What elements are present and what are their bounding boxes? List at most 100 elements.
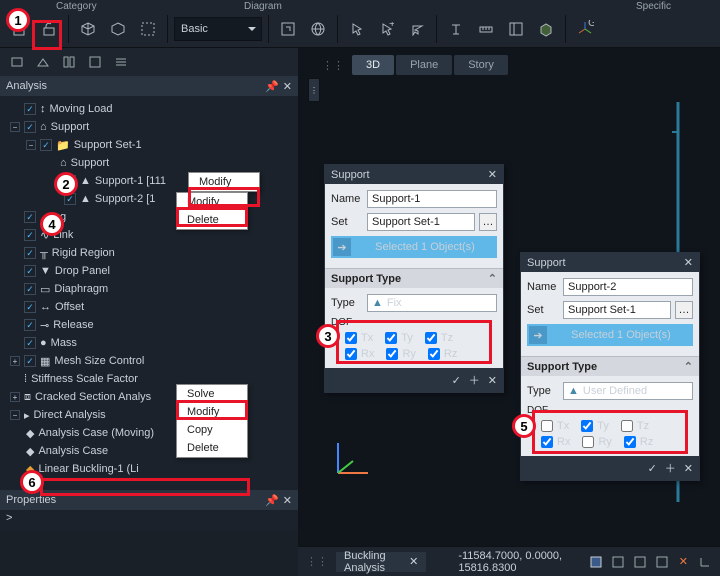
ctx-solve[interactable]: Solve (177, 385, 247, 403)
status-icon-axes[interactable] (698, 553, 712, 571)
cube-icon[interactable] (75, 16, 101, 42)
ctx-modify[interactable]: Modify (177, 403, 247, 421)
checkbox[interactable] (24, 301, 36, 313)
checkbox[interactable] (24, 211, 36, 223)
dof-ry[interactable]: Ry (386, 348, 415, 360)
selection-info[interactable]: ➔Selected 1 Object(s) (331, 236, 497, 258)
status-tab-buckling[interactable]: Buckling Analysis✕ (336, 552, 426, 572)
set-browse-button[interactable]: … (479, 213, 497, 231)
cube-outline-icon[interactable] (105, 16, 131, 42)
checkbox[interactable] (24, 229, 36, 241)
tree-item-linear-buckling[interactable]: Linear Buckling-1 (Li (38, 463, 138, 475)
tree-item-support-2[interactable]: Support-2 [1 (95, 193, 156, 205)
checkbox[interactable] (24, 319, 36, 331)
checkbox[interactable] (24, 103, 36, 115)
tree-item[interactable]: Mesh Size Control (54, 355, 144, 367)
close-icon[interactable]: ✕ (283, 494, 292, 507)
tab-3d[interactable]: 3D (352, 55, 394, 75)
dof-tz[interactable]: Tz (425, 332, 453, 344)
tree-item[interactable]: Offset (55, 301, 84, 313)
pin-icon[interactable]: 📌 (265, 80, 279, 93)
name-input[interactable]: Support-1 (367, 190, 497, 208)
tool-c-icon[interactable] (60, 53, 78, 71)
status-icon-cross[interactable]: ✕ (677, 553, 690, 571)
tree-item[interactable]: Support (51, 121, 90, 133)
checkbox[interactable] (24, 121, 36, 133)
ctx-delete[interactable]: Delete (177, 211, 247, 229)
globe-icon[interactable] (305, 16, 331, 42)
pointer-add-icon[interactable]: + (374, 16, 400, 42)
checkbox[interactable] (24, 337, 36, 349)
pointer-back-icon[interactable] (404, 16, 430, 42)
dof-rx[interactable]: Rx (541, 436, 570, 448)
dof-rz[interactable]: Rz (428, 348, 457, 360)
handle-icon[interactable]: ⋮⋮ (322, 59, 344, 72)
dof-rz[interactable]: Rz (624, 436, 653, 448)
tree-item[interactable]: Moving Load (50, 103, 113, 115)
tab-plane[interactable]: Plane (396, 55, 452, 75)
dialog-support-2[interactable]: Support✕ NameSupport-2 SetSupport Set-1…… (520, 252, 700, 481)
apply-icon[interactable]: ✓ (648, 462, 657, 475)
preset-select[interactable]: Basic (174, 17, 262, 41)
name-input[interactable]: Support-2 (563, 278, 693, 296)
add-icon[interactable]: ＋ (665, 460, 676, 476)
dof-tx[interactable]: Tx (541, 420, 569, 432)
viewport-handle-icon[interactable]: ⋮ (308, 78, 320, 102)
ctx-copy[interactable]: Copy (177, 421, 247, 439)
block-icon[interactable] (533, 16, 559, 42)
ctx-modify[interactable]: Modify (177, 193, 247, 211)
dialog-header[interactable]: Support✕ (325, 165, 503, 184)
selection-info[interactable]: ➔Selected 1 Object(s) (527, 324, 693, 346)
tree-item[interactable]: Release (53, 319, 93, 331)
close-icon[interactable]: ✕ (283, 80, 292, 93)
tree-item[interactable]: Mass (51, 337, 77, 349)
tree-item[interactable]: Analysis Case (38, 445, 108, 457)
tree-item[interactable]: Diaphragm (54, 283, 108, 295)
dof-ty[interactable]: Ty (385, 332, 413, 344)
dialog-support-1[interactable]: Support✕ NameSupport-1 SetSupport Set-1…… (324, 164, 504, 393)
pin-icon[interactable]: 📌 (265, 494, 279, 507)
dof-tz[interactable]: Tz (621, 420, 649, 432)
status-icon-b[interactable] (611, 553, 625, 571)
analysis-tree[interactable]: ↕Moving Load −⌂Support −📁Support Set-1 ⌂… (0, 96, 298, 490)
tree-item[interactable]: Drop Panel (55, 265, 110, 277)
expand-icon[interactable]: + (10, 356, 20, 366)
close-icon[interactable]: ✕ (488, 168, 497, 181)
status-icon-c[interactable] (633, 553, 647, 571)
tool-b-icon[interactable] (34, 53, 52, 71)
measure-icon[interactable] (473, 16, 499, 42)
type-select[interactable]: ▲Fix (367, 294, 497, 312)
status-icon-d[interactable] (655, 553, 669, 571)
checkbox[interactable] (24, 247, 36, 259)
tool-e-icon[interactable] (112, 53, 130, 71)
tab-story[interactable]: Story (454, 55, 508, 75)
dof-ty[interactable]: Ty (581, 420, 609, 432)
tree-item[interactable]: Stiffness Scale Factor (31, 373, 138, 385)
dof-rx[interactable]: Rx (345, 348, 374, 360)
set-select[interactable]: Support Set-1 (563, 301, 671, 319)
checkbox[interactable] (24, 283, 36, 295)
status-handle-icon[interactable]: ⋮⋮ (306, 555, 328, 568)
ctx-modify[interactable]: Modify (189, 173, 259, 191)
select-rect-icon[interactable] (135, 16, 161, 42)
tree-item-support-1[interactable]: Support-1 [111 (95, 175, 166, 187)
axes-g-icon[interactable]: G (572, 16, 598, 42)
cancel-icon[interactable]: ✕ (684, 462, 693, 475)
tree-item[interactable]: Analysis Case (Moving) (38, 427, 154, 439)
pointer-icon[interactable] (344, 16, 370, 42)
add-icon[interactable]: ＋ (469, 372, 480, 388)
tree-item[interactable]: Cracked Section Analys (35, 391, 151, 403)
collapse-icon[interactable]: − (26, 140, 36, 150)
set-browse-button[interactable]: … (675, 301, 693, 319)
tool-d-icon[interactable] (86, 53, 104, 71)
dof-ry[interactable]: Ry (582, 436, 611, 448)
checkbox[interactable] (24, 355, 36, 367)
status-icon-a[interactable] (589, 553, 603, 571)
dof-tx[interactable]: Tx (345, 332, 373, 344)
close-icon[interactable]: ✕ (409, 555, 418, 568)
type-select[interactable]: ▲User Defined (563, 382, 693, 400)
tool-a-icon[interactable] (8, 53, 26, 71)
lock-open-icon[interactable] (36, 16, 62, 42)
set-select[interactable]: Support Set-1 (367, 213, 475, 231)
tree-item[interactable]: Rigid Region (52, 247, 115, 259)
